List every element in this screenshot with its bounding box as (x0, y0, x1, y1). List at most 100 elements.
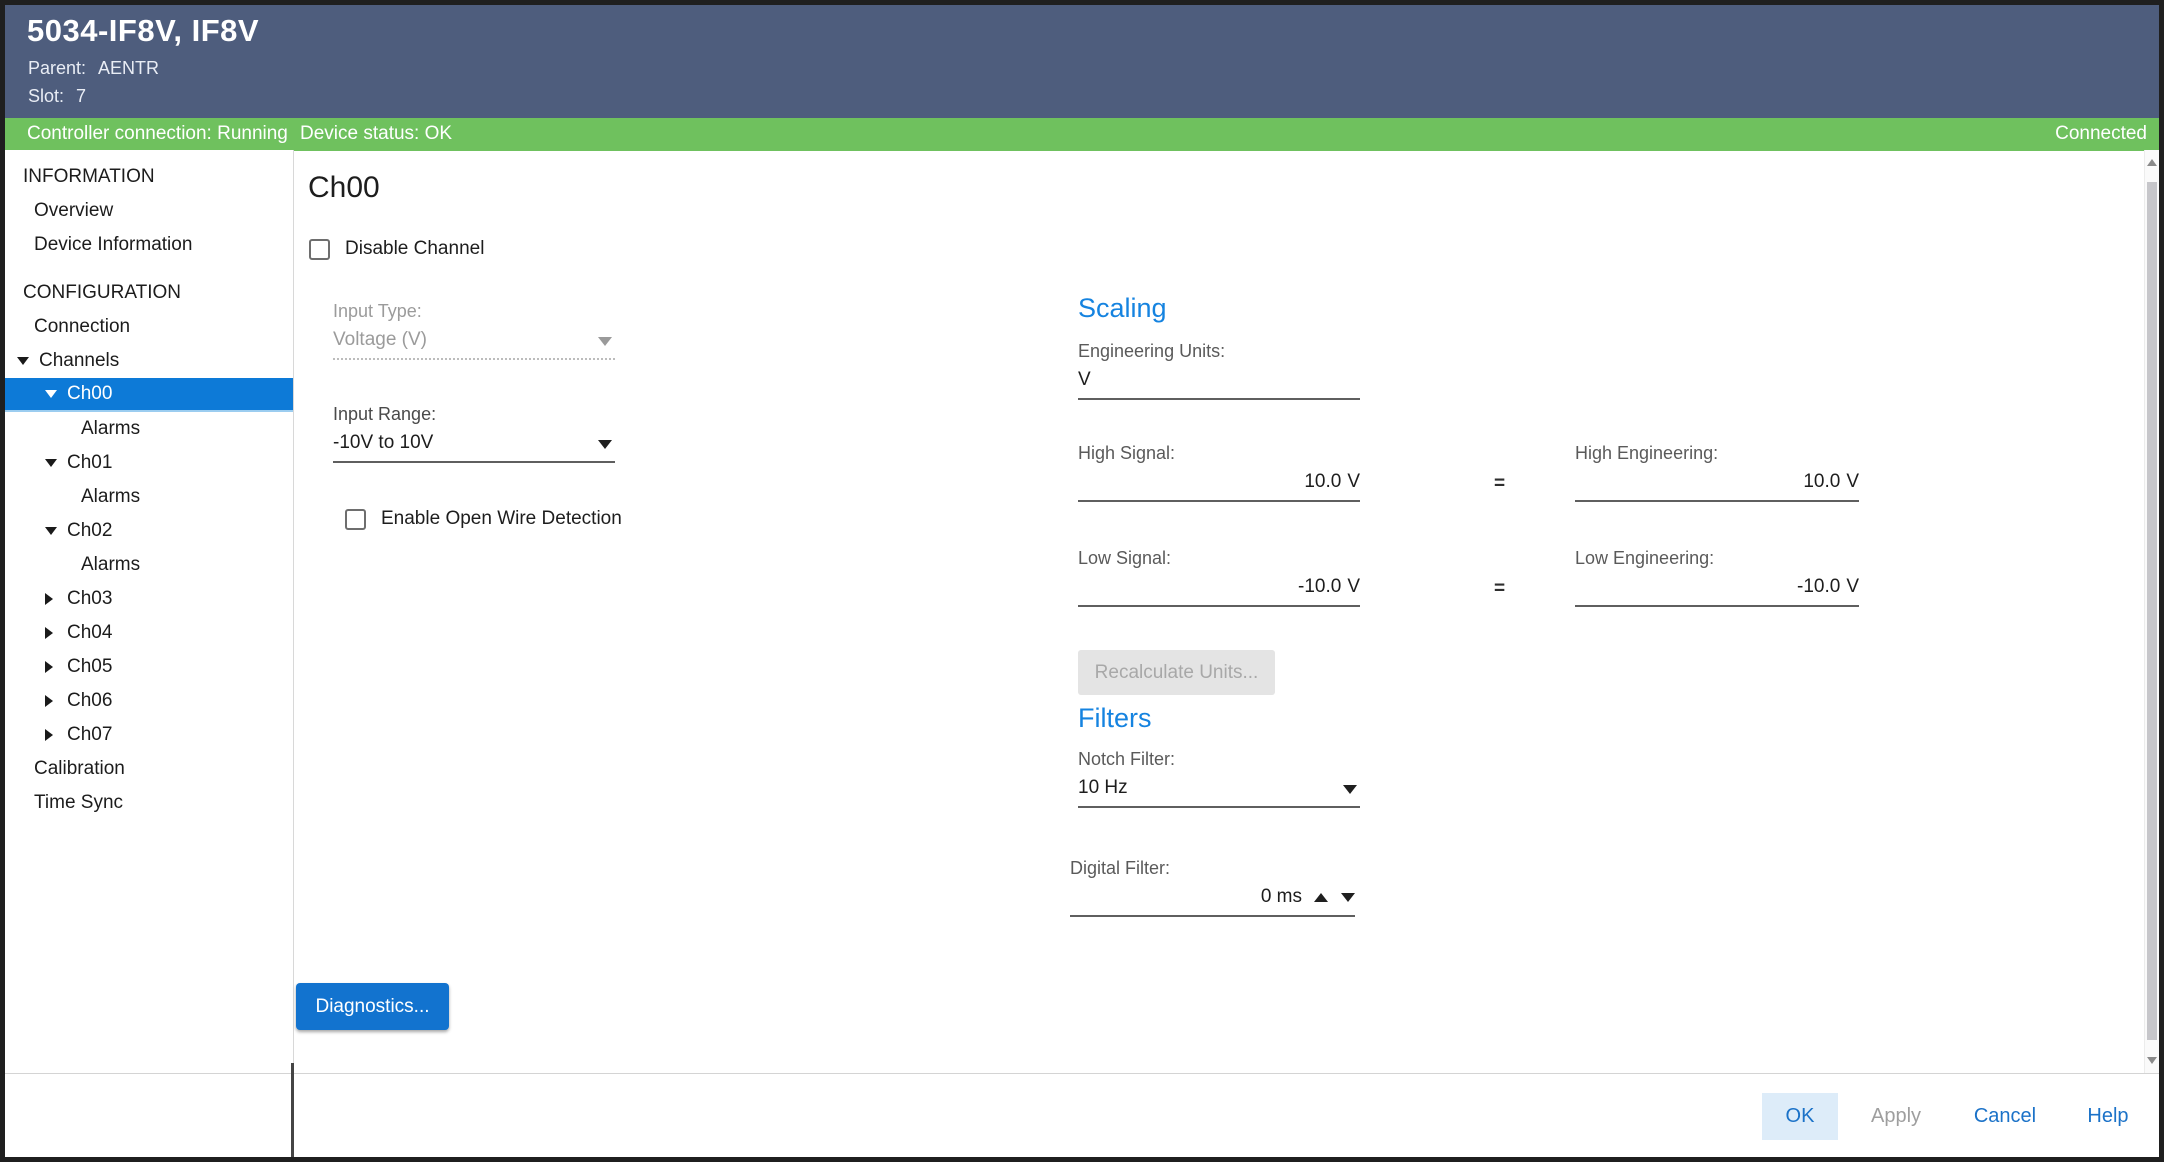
high-signal-label: High Signal: (1078, 443, 1360, 464)
engineering-units-value[interactable]: V (1078, 369, 1360, 391)
parent-label: Parent: (28, 58, 86, 78)
sidebar-item-time-sync[interactable]: Time Sync (5, 786, 293, 820)
dialog-footer: OK Apply Cancel Help (5, 1073, 2159, 1157)
help-button[interactable]: Help (2068, 1093, 2148, 1140)
notch-filter-value: 10 Hz (1078, 777, 1360, 799)
digital-filter-label: Digital Filter: (1070, 858, 1355, 879)
low-signal-field[interactable]: Low Signal: -10.0 V (1078, 548, 1360, 607)
slot-row: Slot: 7 (28, 86, 86, 107)
section-configuration: CONFIGURATION (5, 276, 293, 310)
device-profile-window: 5034-IF8V, IF8V Parent: AENTR Slot: 7 Cont… (0, 0, 2164, 1162)
sidebar-item-device-information[interactable]: Device Information (5, 228, 293, 262)
slot-value: 7 (76, 86, 86, 106)
connection-status-bar: Controller connection: Running Device st… (5, 118, 2159, 151)
disable-channel-checkbox[interactable] (309, 239, 330, 260)
recalculate-units-button: Recalculate Units... (1078, 650, 1275, 695)
engineering-units-label: Engineering Units: (1078, 341, 1360, 362)
input-type-label: Input Type: (333, 301, 615, 322)
open-wire-checkbox[interactable] (345, 509, 366, 530)
device-title: 5034-IF8V, IF8V (27, 13, 259, 49)
vertical-scrollbar[interactable] (2144, 150, 2159, 1073)
sidebar-item-calibration[interactable]: Calibration (5, 752, 293, 786)
cancel-button[interactable]: Cancel (1960, 1093, 2050, 1140)
controller-connection-status: Controller connection: Running (27, 123, 288, 145)
chevron-down-icon (598, 337, 612, 346)
high-engineering-value[interactable]: 10.0 (1803, 471, 1840, 493)
low-engineering-field[interactable]: Low Engineering: -10.0 V (1575, 548, 1859, 607)
low-engineering-unit: V (1846, 576, 1859, 598)
high-signal-field[interactable]: High Signal: 10.0 V (1078, 443, 1360, 502)
scaling-heading: Scaling (1078, 293, 1167, 324)
input-type-dropdown: Input Type: Voltage (V) (333, 301, 615, 360)
sidebar-item-overview[interactable]: Overview (5, 194, 293, 228)
tree-expand-right-icon[interactable] (45, 729, 60, 741)
high-engineering-unit: V (1846, 471, 1859, 493)
spinner-down-icon[interactable] (1341, 893, 1355, 902)
sidebar-item-ch06[interactable]: Ch06 (5, 684, 293, 718)
ok-button[interactable]: OK (1762, 1093, 1838, 1140)
connected-badge: Connected (2055, 123, 2147, 145)
high-engineering-label: High Engineering: (1575, 443, 1859, 464)
scroll-up-icon[interactable] (2147, 159, 2157, 166)
parent-value: AENTR (98, 58, 159, 78)
pane-splitter-handle[interactable] (291, 1063, 294, 1157)
equals-sign: = (1494, 578, 1505, 600)
low-signal-value[interactable]: -10.0 (1298, 576, 1341, 598)
high-engineering-field[interactable]: High Engineering: 10.0 V (1575, 443, 1859, 502)
digital-filter-spinner[interactable]: Digital Filter: 0 ms (1070, 858, 1355, 917)
parent-row: Parent: AENTR (28, 58, 159, 79)
tree-expand-right-icon[interactable] (45, 627, 60, 639)
sidebar-item-ch07[interactable]: Ch07 (5, 718, 293, 752)
input-range-value: -10V to 10V (333, 432, 615, 454)
input-range-dropdown[interactable]: Input Range: -10V to 10V (333, 404, 615, 463)
sidebar-item-ch03[interactable]: Ch03 (5, 582, 293, 616)
open-wire-row: Enable Open Wire Detection (345, 508, 622, 530)
high-signal-value[interactable]: 10.0 (1304, 471, 1341, 493)
navigation-sidebar: INFORMATION Overview Device Information … (5, 150, 293, 1073)
page-title: Ch00 (308, 171, 380, 205)
chevron-down-icon[interactable] (1343, 785, 1357, 794)
tree-expand-right-icon[interactable] (45, 695, 60, 707)
sidebar-item-ch01-alarms[interactable]: Alarms (5, 480, 293, 514)
low-signal-label: Low Signal: (1078, 548, 1360, 569)
input-range-label: Input Range: (333, 404, 615, 425)
notch-filter-label: Notch Filter: (1078, 749, 1360, 770)
sidebar-item-ch00[interactable]: Ch00 (5, 378, 293, 412)
input-type-value: Voltage (V) (333, 329, 615, 351)
tree-expand-down-icon[interactable] (45, 459, 60, 467)
low-signal-unit: V (1347, 576, 1360, 598)
open-wire-label: Enable Open Wire Detection (381, 508, 622, 530)
sidebar-spacer (5, 262, 293, 276)
sidebar-item-ch02-alarms[interactable]: Alarms (5, 548, 293, 582)
device-status: Device status: OK (300, 123, 452, 145)
scroll-down-icon[interactable] (2147, 1057, 2157, 1064)
sidebar-item-ch02[interactable]: Ch02 (5, 514, 293, 548)
slot-label: Slot: (28, 86, 64, 106)
sidebar-item-ch05[interactable]: Ch05 (5, 650, 293, 684)
disable-channel-row: Disable Channel (309, 238, 484, 260)
sidebar-item-ch04[interactable]: Ch04 (5, 616, 293, 650)
apply-button: Apply (1855, 1093, 1937, 1140)
engineering-units-field[interactable]: Engineering Units: V (1078, 341, 1360, 400)
notch-filter-dropdown[interactable]: Notch Filter: 10 Hz (1078, 749, 1360, 808)
low-engineering-value[interactable]: -10.0 (1797, 576, 1840, 598)
sidebar-item-channels[interactable]: Channels (5, 344, 293, 378)
spinner-up-icon[interactable] (1314, 893, 1328, 902)
tree-expand-down-icon[interactable] (17, 357, 32, 365)
equals-sign: = (1494, 473, 1505, 495)
tree-expand-right-icon[interactable] (45, 593, 60, 605)
low-engineering-label: Low Engineering: (1575, 548, 1859, 569)
window-header: 5034-IF8V, IF8V Parent: AENTR Slot: 7 (5, 5, 2159, 118)
sidebar-item-ch00-alarms[interactable]: Alarms (5, 412, 293, 446)
sidebar-item-connection[interactable]: Connection (5, 310, 293, 344)
sidebar-item-ch01[interactable]: Ch01 (5, 446, 293, 480)
digital-filter-value[interactable]: 0 ms (1261, 886, 1302, 908)
tree-expand-down-icon[interactable] (45, 390, 60, 398)
tree-expand-down-icon[interactable] (45, 527, 60, 535)
filters-heading: Filters (1078, 703, 1152, 734)
diagnostics-button[interactable]: Diagnostics... (296, 983, 449, 1030)
tree-expand-right-icon[interactable] (45, 661, 60, 673)
high-signal-unit: V (1347, 471, 1360, 493)
chevron-down-icon[interactable] (598, 440, 612, 449)
scrollbar-thumb[interactable] (2147, 182, 2157, 1040)
